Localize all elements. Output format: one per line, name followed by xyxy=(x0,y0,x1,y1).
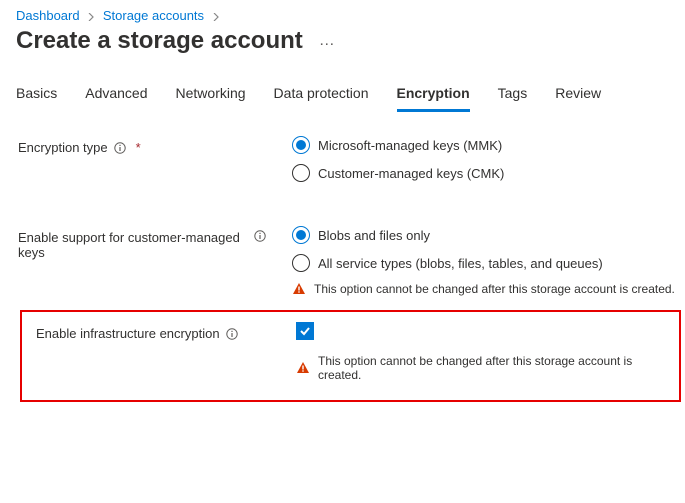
radio-mmk-label: Microsoft-managed keys (MMK) xyxy=(318,138,502,153)
cmk-warning-text: This option cannot be changed after this… xyxy=(314,282,675,296)
breadcrumb: Dashboard Storage accounts xyxy=(0,8,685,27)
breadcrumb-link-storage-accounts[interactable]: Storage accounts xyxy=(103,8,204,23)
warning-icon xyxy=(292,282,306,296)
highlighted-section: Enable infrastructure encryption This op… xyxy=(20,310,681,402)
tab-networking[interactable]: Networking xyxy=(176,79,246,112)
tab-data-protection[interactable]: Data protection xyxy=(274,79,369,112)
encryption-type-label: Encryption type xyxy=(18,140,108,155)
radio-cmk-label: Customer-managed keys (CMK) xyxy=(318,166,504,181)
more-actions-button[interactable]: … xyxy=(319,32,336,50)
infra-warning-text: This option cannot be changed after this… xyxy=(318,354,675,382)
radio-all-services[interactable] xyxy=(292,254,310,272)
tab-advanced[interactable]: Advanced xyxy=(85,79,147,112)
required-mark: * xyxy=(136,140,141,155)
breadcrumb-link-dashboard[interactable]: Dashboard xyxy=(16,8,80,23)
info-icon[interactable] xyxy=(114,142,126,154)
cmk-support-label: Enable support for customer-managed keys xyxy=(18,230,248,260)
infra-encryption-label: Enable infrastructure encryption xyxy=(36,326,220,341)
info-icon[interactable] xyxy=(254,230,266,242)
radio-blobs-files[interactable] xyxy=(292,226,310,244)
info-icon[interactable] xyxy=(226,328,238,340)
tab-review[interactable]: Review xyxy=(555,79,601,112)
tab-encryption[interactable]: Encryption xyxy=(397,79,470,112)
tabs: Basics Advanced Networking Data protecti… xyxy=(0,55,685,112)
radio-all-services-label: All service types (blobs, files, tables,… xyxy=(318,256,603,271)
radio-blobs-files-label: Blobs and files only xyxy=(318,228,430,243)
radio-mmk[interactable] xyxy=(292,136,310,154)
warning-icon xyxy=(296,361,310,375)
tab-basics[interactable]: Basics xyxy=(16,79,57,112)
chevron-right-icon xyxy=(212,8,220,23)
infra-encryption-checkbox[interactable] xyxy=(296,322,314,340)
radio-cmk[interactable] xyxy=(292,164,310,182)
tab-tags[interactable]: Tags xyxy=(498,79,528,112)
chevron-right-icon xyxy=(87,8,95,23)
page-title: Create a storage account xyxy=(16,27,303,55)
